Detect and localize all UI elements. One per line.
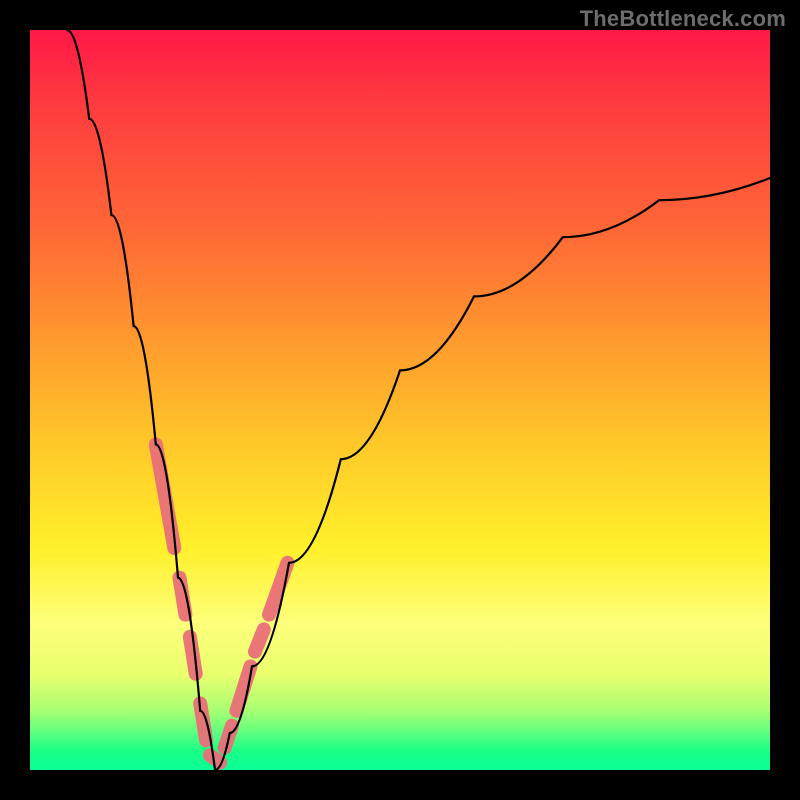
bottleneck-curve xyxy=(67,30,770,770)
marker-segment xyxy=(255,629,264,651)
marker-segment xyxy=(156,444,175,548)
chart-svg xyxy=(30,30,770,770)
marker-segments xyxy=(156,444,288,762)
watermark-text: TheBottleneck.com xyxy=(580,6,786,32)
